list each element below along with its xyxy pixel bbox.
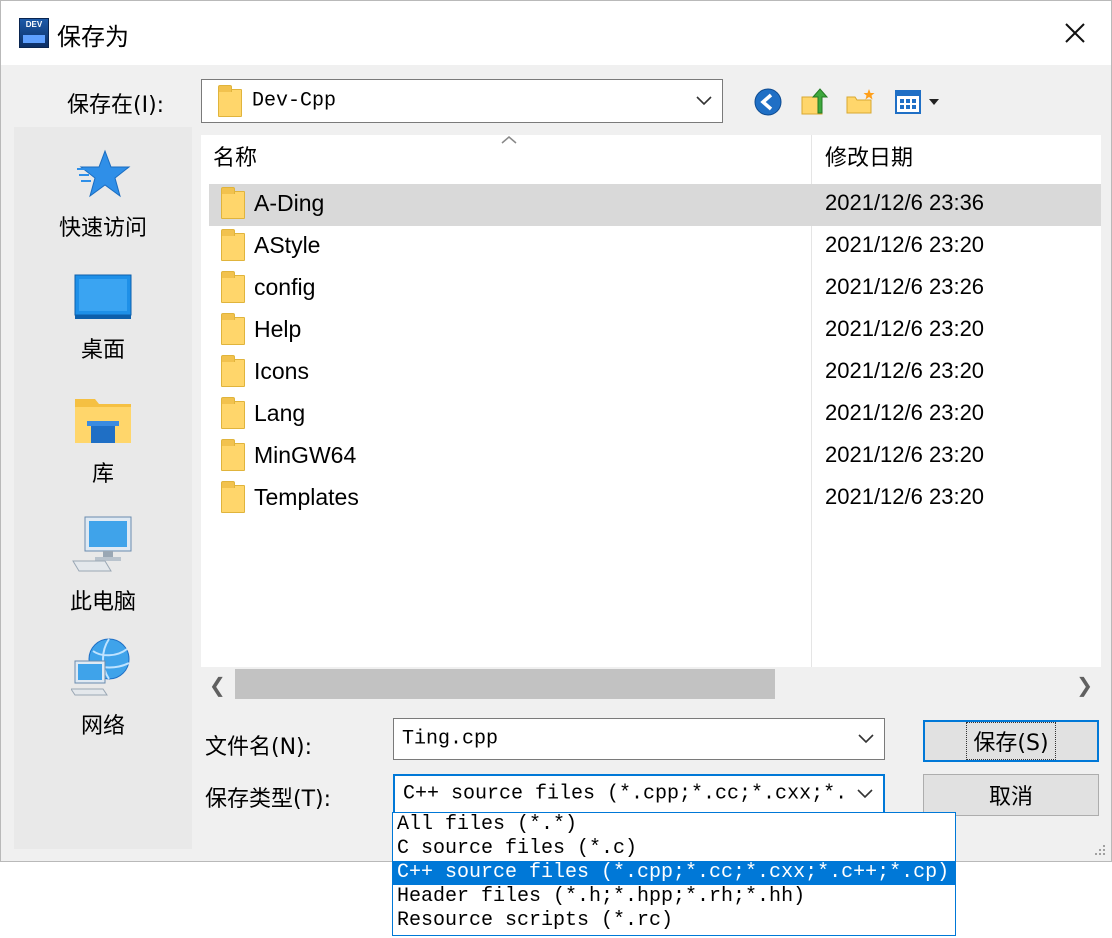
back-button[interactable] xyxy=(751,85,785,119)
file-list[interactable]: 名称 修改日期 A-Ding 2021/12/6 23:36 AStyle 20… xyxy=(201,135,1101,701)
title-bar: DEV 保存为 xyxy=(1,1,1111,65)
folder-icon xyxy=(221,229,245,261)
save-button[interactable]: 保存(S) xyxy=(923,720,1099,762)
file-name: AStyle xyxy=(254,232,321,258)
place-label: 网络 xyxy=(80,714,125,739)
folder-icon xyxy=(221,397,245,429)
filetype-option[interactable]: Resource scripts (*.rc) xyxy=(393,909,955,933)
folder-icon xyxy=(221,271,245,303)
close-button[interactable] xyxy=(1039,1,1111,65)
this-pc-icon xyxy=(72,516,132,572)
file-name: config xyxy=(254,274,316,300)
filename-input[interactable]: Ting.cpp xyxy=(393,718,885,760)
file-date: 2021/12/6 23:20 xyxy=(825,442,985,467)
file-date: 2021/12/6 23:20 xyxy=(825,358,985,383)
file-name: Help xyxy=(254,316,302,342)
place-label: 快速访问 xyxy=(58,216,147,241)
quick-access-star-icon xyxy=(77,149,131,198)
cancel-button-label: 取消 xyxy=(988,785,1033,810)
file-row[interactable]: Templates 2021/12/6 23:20 xyxy=(209,478,1101,520)
file-date: 2021/12/6 23:20 xyxy=(825,484,985,509)
place-this-pc[interactable]: 此电脑 xyxy=(14,515,192,616)
filetype-value: C++ source files (*.cpp;*.cc;*.cxx;*. xyxy=(403,782,848,806)
view-menu-icon xyxy=(895,90,939,114)
place-desktop[interactable]: 桌面 xyxy=(14,273,192,364)
folder-icon xyxy=(221,355,245,387)
file-row[interactable]: Help 2021/12/6 23:20 xyxy=(209,310,1101,352)
dialog-title: 保存为 xyxy=(57,24,129,51)
filetype-option[interactable]: C source files (*.c) xyxy=(393,837,955,861)
file-name: Icons xyxy=(254,358,309,384)
place-label: 桌面 xyxy=(80,338,125,363)
resize-grip-icon[interactable] xyxy=(1091,841,1107,857)
filetype-dropdown-list[interactable]: All files (*.*) C source files (*.c) C++… xyxy=(392,812,956,936)
scrollbar-thumb[interactable] xyxy=(235,669,775,699)
new-folder-icon xyxy=(846,89,875,114)
file-date: 2021/12/6 23:20 xyxy=(825,400,985,425)
file-date: 2021/12/6 23:36 xyxy=(825,190,985,215)
place-network[interactable]: 网络 xyxy=(14,637,192,740)
filetype-option-selected[interactable]: C++ source files (*.cpp;*.cc;*.cxx;*.c++… xyxy=(393,861,955,885)
place-label: 库 xyxy=(91,462,114,487)
folder-icon xyxy=(221,187,245,219)
filetype-option[interactable]: All files (*.*) xyxy=(393,813,955,837)
file-row[interactable]: A-Ding 2021/12/6 23:36 xyxy=(209,184,1101,226)
chevron-down-icon xyxy=(857,789,873,799)
save-button-label: 保存(S) xyxy=(966,722,1056,760)
scroll-left-icon[interactable]: ❮ xyxy=(209,673,226,698)
chevron-down-icon xyxy=(696,96,712,106)
file-name: Templates xyxy=(254,484,359,510)
up-folder-button[interactable] xyxy=(797,85,831,119)
file-name: MinGW64 xyxy=(254,442,357,468)
filetype-label: 保存类型(T): xyxy=(205,787,332,812)
back-icon xyxy=(754,88,782,116)
place-quick-access[interactable]: 快速访问 xyxy=(14,149,192,242)
close-icon xyxy=(1065,23,1085,43)
view-menu-button[interactable] xyxy=(891,85,945,119)
up-folder-icon xyxy=(801,88,829,115)
folder-icon xyxy=(221,481,245,513)
file-row[interactable]: Icons 2021/12/6 23:20 xyxy=(209,352,1101,394)
dev-cpp-app-icon: DEV xyxy=(19,18,49,48)
file-row[interactable]: config 2021/12/6 23:26 xyxy=(209,268,1101,310)
places-bar: 快速访问 桌面 库 此电脑 网络 xyxy=(14,127,192,849)
save-in-combo[interactable]: Dev-Cpp xyxy=(201,79,723,123)
filename-label: 文件名(N): xyxy=(205,735,313,760)
file-date: 2021/12/6 23:26 xyxy=(825,274,985,299)
new-folder-button[interactable] xyxy=(843,85,877,119)
column-header-date[interactable]: 修改日期 xyxy=(825,135,913,183)
file-date: 2021/12/6 23:20 xyxy=(825,316,985,341)
folder-icon xyxy=(221,439,245,471)
scroll-right-icon[interactable]: ❯ xyxy=(1076,673,1093,698)
filename-value: Ting.cpp xyxy=(402,727,499,751)
file-row[interactable]: Lang 2021/12/6 23:20 xyxy=(209,394,1101,436)
network-icon xyxy=(70,638,130,696)
save-as-dialog: DEV 保存为 保存在(I): Dev-Cpp 快速访问 桌面 库 此电脑 网络… xyxy=(0,0,1112,862)
filetype-option[interactable]: Header files (*.h;*.hpp;*.rh;*.hh) xyxy=(393,885,955,909)
folder-icon xyxy=(218,85,242,117)
save-in-value: Dev-Cpp xyxy=(252,89,337,113)
library-icon xyxy=(75,399,131,443)
place-label: 此电脑 xyxy=(69,590,136,615)
file-name: Lang xyxy=(254,400,306,426)
horizontal-scrollbar[interactable]: ❮ ❯ xyxy=(201,667,1101,701)
cancel-button[interactable]: 取消 xyxy=(923,774,1099,816)
folder-icon xyxy=(221,313,245,345)
file-date: 2021/12/6 23:20 xyxy=(825,232,985,257)
file-name: A-Ding xyxy=(254,190,325,216)
save-in-label: 保存在(I): xyxy=(67,93,165,118)
column-header-name[interactable]: 名称 xyxy=(213,135,257,183)
chevron-down-icon xyxy=(858,734,874,744)
place-library[interactable]: 库 xyxy=(14,395,192,488)
file-row[interactable]: MinGW64 2021/12/6 23:20 xyxy=(209,436,1101,478)
filetype-select[interactable]: C++ source files (*.cpp;*.cc;*.cxx;*. xyxy=(393,774,885,814)
sort-ascending-icon xyxy=(501,136,517,144)
desktop-icon xyxy=(74,274,132,319)
file-row[interactable]: AStyle 2021/12/6 23:20 xyxy=(209,226,1101,268)
